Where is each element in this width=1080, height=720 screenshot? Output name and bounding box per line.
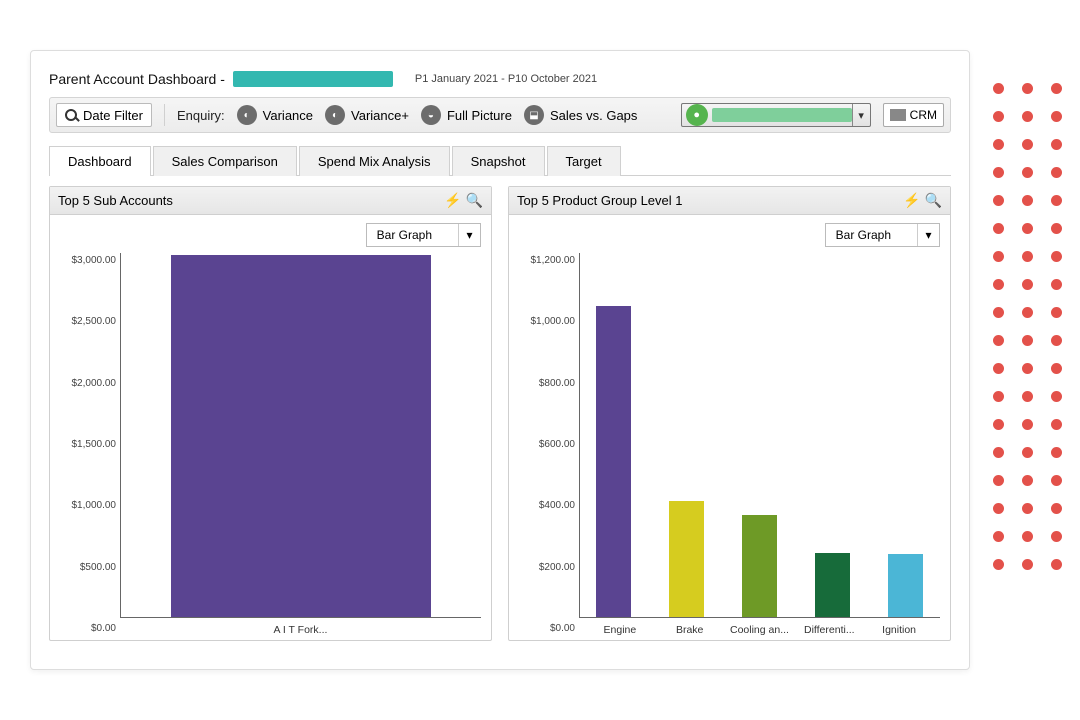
sales-gaps-icon: ⬓ [524,105,544,125]
zoom-icon[interactable]: 🔍 [925,192,942,209]
enquiry-label: Enquiry: [177,108,225,123]
bar[interactable] [742,515,776,618]
x-tick: Engine [585,624,655,636]
user-name-redacted [712,108,852,122]
full-picture-icon: ◒ [421,105,441,125]
enquiry-variance[interactable]: ◐ Variance [237,105,313,125]
x-tick: A I T Fork... [126,624,475,636]
bar-column [585,253,642,618]
divider [164,104,165,126]
date-filter-button[interactable]: Date Filter [56,103,152,127]
enquiry-variance-plus[interactable]: ◐ Variance+ [325,105,409,125]
date-range: P1 January 2021 - P10 October 2021 [415,73,597,85]
tab-spend-mix[interactable]: Spend Mix Analysis [299,146,450,176]
app-window: Parent Account Dashboard - P1 January 20… [30,50,970,670]
bar-column [877,253,934,618]
bar[interactable] [888,554,922,618]
y-tick: $1,000.00 [72,500,117,511]
panel-header: Top 5 Product Group Level 1 ⚡ 🔍 [509,187,950,215]
page-title: Parent Account Dashboard - [49,71,225,87]
panel-tools: ⚡ 🔍 [444,192,483,209]
crm-button[interactable]: CRM [883,103,944,127]
search-icon [65,109,77,121]
y-axis: $3,000.00 $2,500.00 $2,000.00 $1,500.00 $1,0… [60,253,120,636]
x-tick: Brake [655,624,725,636]
toolbar: Date Filter Enquiry: ◐ Variance ◐ Varian… [49,97,951,133]
bar-column [658,253,715,618]
y-axis: $1,200.00 $1,000.00 $800.00 $600.00 $400.00 $… [519,253,579,636]
decorative-dot-grid [993,83,1075,570]
date-filter-label: Date Filter [83,108,143,123]
panel-header: Top 5 Sub Accounts ⚡ 🔍 [50,187,491,215]
enquiry-item-label: Full Picture [447,108,512,123]
y-tick: $2,000.00 [72,378,117,389]
bar[interactable] [171,255,431,618]
enquiry-item-label: Variance+ [351,108,409,123]
panel-body: Bar Graph ▾ $1,200.00 $1,000.00 $800.00 $60… [509,215,950,640]
bar-column [731,253,788,618]
account-name-redacted [233,71,393,87]
tab-target[interactable]: Target [547,146,621,176]
panel-tools: ⚡ 🔍 [903,192,942,209]
bar-column [126,253,475,618]
product-group-panel: Top 5 Product Group Level 1 ⚡ 🔍 Bar Grap… [508,186,951,641]
tab-snapshot[interactable]: Snapshot [452,146,545,176]
plot-area [579,253,940,618]
y-tick: $1,200.00 [531,255,576,266]
panel-title: Top 5 Sub Accounts [58,193,173,208]
user-avatar-icon: ● [686,104,708,126]
chart-type-select[interactable]: Bar Graph ▾ [825,223,940,247]
x-axis-labels: A I T Fork... [120,618,481,636]
y-tick: $600.00 [539,439,575,450]
panel-title: Top 5 Product Group Level 1 [517,193,683,208]
y-tick: $200.00 [539,562,575,573]
chevron-down-icon: ▾ [917,224,939,246]
x-axis-labels: EngineBrakeCooling an...Differenti...Ign… [579,618,940,636]
panel-row: Top 5 Sub Accounts ⚡ 🔍 Bar Graph ▾ $3,00… [49,186,951,641]
x-tick: Ignition [864,624,934,636]
product-group-chart: $1,200.00 $1,000.00 $800.00 $600.00 $400.00 $… [519,253,940,636]
bar-column [804,253,861,618]
bolt-icon[interactable]: ⚡ [903,192,920,209]
tab-bar: Dashboard Sales Comparison Spend Mix Ana… [49,145,951,176]
x-tick: Differenti... [794,624,864,636]
sub-accounts-chart: $3,000.00 $2,500.00 $2,000.00 $1,500.00 $1,0… [60,253,481,636]
crm-label: CRM [910,108,937,122]
y-tick: $0.00 [91,623,116,634]
page-title-row: Parent Account Dashboard - P1 January 20… [49,71,951,87]
y-tick: $1,500.00 [72,439,117,450]
y-tick: $3,000.00 [72,255,117,266]
tab-dashboard[interactable]: Dashboard [49,146,151,176]
variance-plus-icon: ◐ [325,105,345,125]
x-tick: Cooling an... [725,624,795,636]
enquiry-sales-vs-gaps[interactable]: ⬓ Sales vs. Gaps [524,105,637,125]
sub-accounts-panel: Top 5 Sub Accounts ⚡ 🔍 Bar Graph ▾ $3,00… [49,186,492,641]
bolt-icon[interactable]: ⚡ [444,192,461,209]
enquiry-full-picture[interactable]: ◒ Full Picture [421,105,512,125]
y-tick: $800.00 [539,378,575,389]
chevron-down-icon: ▾ [852,104,870,126]
enquiry-item-label: Sales vs. Gaps [550,108,637,123]
chart-type-select[interactable]: Bar Graph ▾ [366,223,481,247]
bar[interactable] [669,501,703,618]
y-tick: $1,000.00 [531,316,576,327]
plot-area [120,253,481,618]
bar[interactable] [596,306,630,618]
tab-sales-comparison[interactable]: Sales Comparison [153,146,297,176]
y-tick: $500.00 [80,562,116,573]
y-tick: $400.00 [539,500,575,511]
variance-icon: ◐ [237,105,257,125]
user-selector[interactable]: ● ▾ [681,103,871,127]
truck-icon [890,109,906,121]
y-tick: $2,500.00 [72,316,117,327]
panel-body: Bar Graph ▾ $3,000.00$2,500.00$2,000.00$… [50,215,491,640]
y-tick: $0.00 [550,623,575,634]
enquiry-item-label: Variance [263,108,313,123]
bar[interactable] [815,553,849,618]
zoom-icon[interactable]: 🔍 [466,192,483,209]
chevron-down-icon: ▾ [458,224,480,246]
